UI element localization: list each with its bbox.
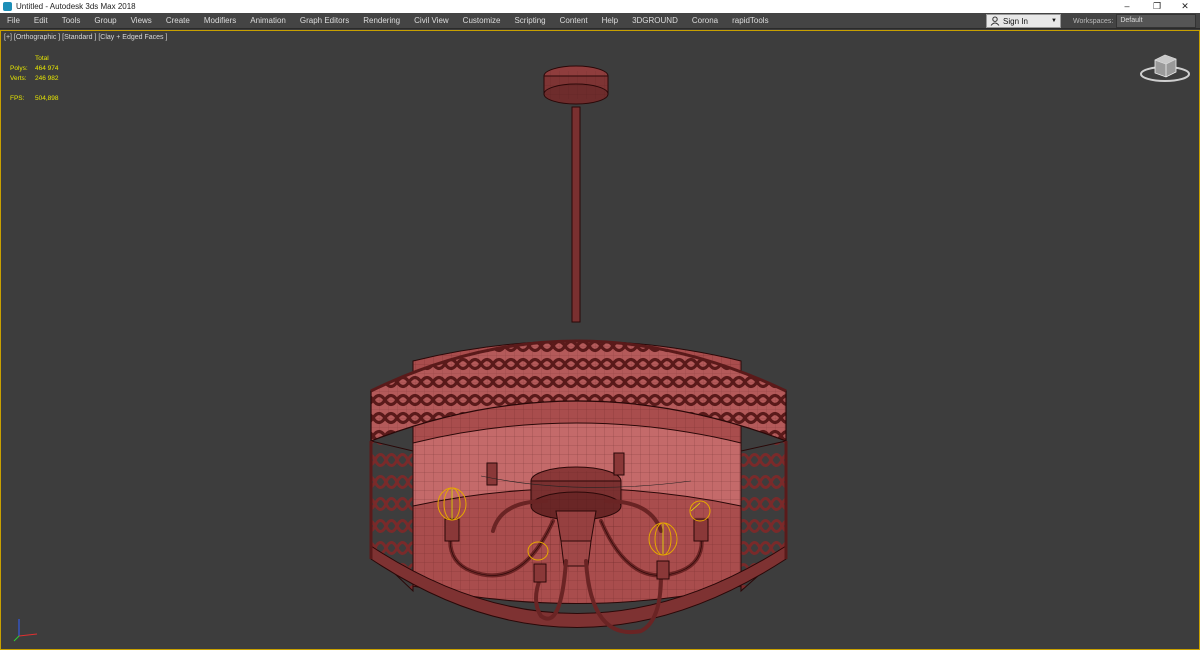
- workspaces-label: Workspaces:: [1073, 17, 1114, 25]
- stats-verts-label: Verts:: [10, 75, 27, 82]
- stats-total-header: Total: [35, 55, 49, 62]
- stats-polys-value: 464 974: [35, 65, 59, 72]
- menu-tools[interactable]: Tools: [55, 13, 88, 29]
- menu-group[interactable]: Group: [87, 13, 123, 29]
- title-bar: Untitled - Autodesk 3ds Max 2018 – ❐ ✕: [0, 0, 1200, 13]
- viewport[interactable]: [+] [Orthographic ] [Standard ] [Clay + …: [0, 30, 1200, 650]
- stats-verts-value: 246 982: [35, 75, 59, 82]
- menu-create[interactable]: Create: [159, 13, 197, 29]
- sign-in-dropdown[interactable]: Sign In ▼: [986, 14, 1061, 28]
- viewport-label[interactable]: [+] [Orthographic ] [Standard ] [Clay + …: [4, 34, 167, 41]
- menu-rapidtools[interactable]: rapidTools: [725, 13, 775, 29]
- menu-rendering[interactable]: Rendering: [356, 13, 407, 29]
- menu-content[interactable]: Content: [553, 13, 595, 29]
- minimize-button[interactable]: –: [1110, 0, 1144, 13]
- stats-polys-label: Polys:: [10, 65, 28, 72]
- chandelier-model[interactable]: [1, 31, 1199, 649]
- stats-fps-value: 504,898: [35, 95, 59, 102]
- menu-modifiers[interactable]: Modifiers: [197, 13, 243, 29]
- workspaces-dropdown[interactable]: Default: [1116, 14, 1197, 28]
- sign-in-label: Sign In: [1003, 16, 1028, 26]
- workspaces-selector: Workspaces: Default: [1073, 14, 1197, 28]
- menu-edit[interactable]: Edit: [27, 13, 55, 29]
- menu-graph-editors[interactable]: Graph Editors: [293, 13, 356, 29]
- stats-fps-label: FPS:: [10, 95, 25, 102]
- menu-scripting[interactable]: Scripting: [507, 13, 552, 29]
- close-button[interactable]: ✕: [1168, 0, 1200, 13]
- statistics-overlay: Total Polys: 464 974 Verts: 246 982 FPS: 50…: [10, 54, 59, 104]
- menu-animation[interactable]: Animation: [243, 13, 293, 29]
- user-icon: [990, 16, 1000, 26]
- menu-views[interactable]: Views: [124, 13, 159, 29]
- viewcube-icon[interactable]: [1139, 50, 1191, 84]
- menu-corona[interactable]: Corona: [685, 13, 725, 29]
- menu-file[interactable]: File: [0, 13, 27, 29]
- menu-customize[interactable]: Customize: [456, 13, 508, 29]
- app-icon: [3, 2, 12, 11]
- axis-tripod-icon: [13, 619, 38, 642]
- menu-civil-view[interactable]: Civil View: [407, 13, 456, 29]
- menu-3dground[interactable]: 3DGROUND: [625, 13, 685, 29]
- chevron-down-icon: ▼: [1051, 18, 1057, 24]
- menu-help[interactable]: Help: [595, 13, 625, 29]
- window-title: Untitled - Autodesk 3ds Max 2018: [16, 2, 136, 11]
